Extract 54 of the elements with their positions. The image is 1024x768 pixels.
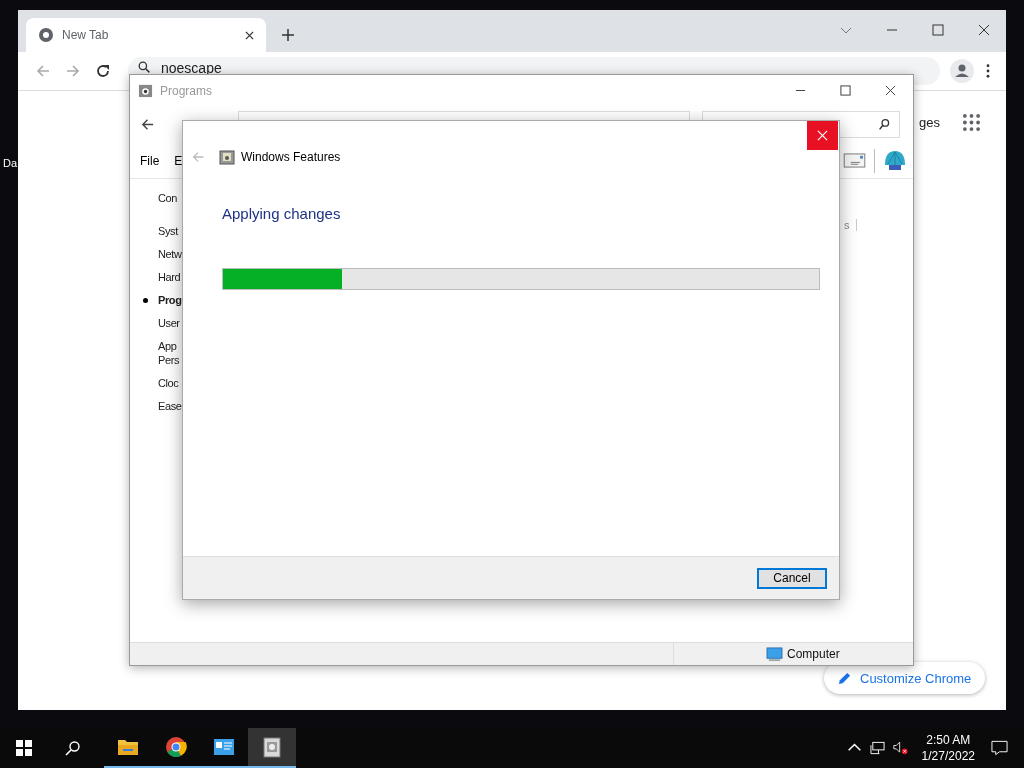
sidebar-link[interactable]: App Pers xyxy=(158,339,182,367)
sidebar-link[interactable]: Prog xyxy=(158,293,182,307)
desktop-icon-label[interactable]: Da xyxy=(3,157,18,169)
muted-speaker-icon[interactable] xyxy=(892,741,908,755)
maximize-icon[interactable] xyxy=(932,24,944,36)
sidebar-link[interactable]: Con xyxy=(158,191,182,205)
sidebar-link[interactable]: User xyxy=(158,316,182,330)
dialog-title: Windows Features xyxy=(241,150,341,164)
menu-item[interactable]: File xyxy=(140,153,160,168)
task-link[interactable]: s xyxy=(844,219,857,231)
close-icon[interactable] xyxy=(245,30,254,40)
sidebar-link[interactable]: Netw xyxy=(158,247,182,261)
images-link[interactable]: ges xyxy=(919,115,940,130)
sidebar-link[interactable]: Hard xyxy=(158,270,182,284)
menu-icon[interactable] xyxy=(986,64,990,78)
network-icon[interactable] xyxy=(869,741,885,755)
control-panel-icon xyxy=(138,83,153,98)
control-panel-icon xyxy=(213,736,235,758)
apps-grid-icon[interactable] xyxy=(963,114,980,131)
close-icon xyxy=(817,130,828,141)
clock-date[interactable]: 1/27/2022 xyxy=(921,748,975,764)
customize-chrome-button[interactable]: Customize Chrome xyxy=(824,662,986,694)
sidebar-link[interactable]: Cloc xyxy=(158,376,182,390)
start-icon[interactable] xyxy=(16,740,32,756)
card-icon[interactable] xyxy=(843,153,866,168)
maximize-icon[interactable] xyxy=(840,85,851,96)
search-icon xyxy=(138,61,151,74)
installer-icon xyxy=(261,736,283,758)
status-heading: Applying changes xyxy=(222,205,341,222)
notification-icon[interactable] xyxy=(991,740,1008,756)
shell-icon[interactable] xyxy=(883,148,907,173)
sidebar-link[interactable]: Ease xyxy=(158,399,182,413)
menu-item[interactable]: E xyxy=(174,153,183,168)
taskbar-app[interactable] xyxy=(248,728,296,768)
close-icon[interactable] xyxy=(885,85,896,96)
status-text: Computer xyxy=(787,647,840,661)
browser-logo-icon xyxy=(165,736,187,758)
back-icon[interactable] xyxy=(140,117,155,132)
cancel-button[interactable]: Cancel xyxy=(757,567,827,589)
profile-icon[interactable] xyxy=(950,59,974,83)
pencil-icon xyxy=(838,671,851,685)
new-tab-icon[interactable] xyxy=(282,29,294,41)
sidebar-link[interactable]: Syst xyxy=(158,224,182,238)
reload-icon[interactable] xyxy=(95,63,111,79)
window-features-icon xyxy=(219,149,235,165)
clock-time[interactable]: 2:50 AM xyxy=(926,732,971,748)
bullet-icon xyxy=(143,298,148,303)
close-icon[interactable] xyxy=(978,24,990,36)
window-title: Programs xyxy=(160,83,212,98)
search-icon[interactable] xyxy=(65,740,81,756)
computer-icon xyxy=(766,646,783,662)
browser-tab[interactable]: New Tab xyxy=(26,18,266,52)
search-icon xyxy=(878,118,891,131)
browser-logo-icon xyxy=(38,27,54,43)
